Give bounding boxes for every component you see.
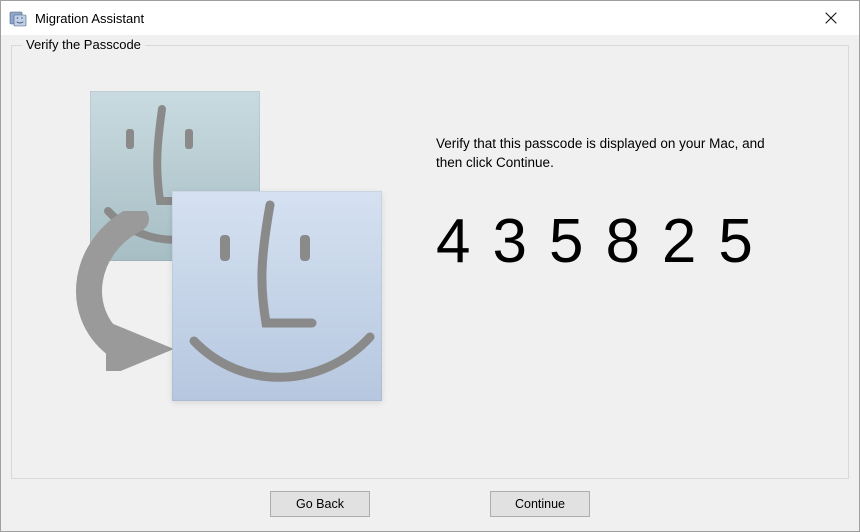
titlebar: Migration Assistant: [1, 1, 859, 35]
migration-illustration: [46, 91, 416, 431]
close-button[interactable]: [811, 4, 851, 32]
app-window: Migration Assistant Verify the Passcode: [0, 0, 860, 532]
passcode-display: 435825: [436, 206, 824, 277]
button-row: Go Back Continue: [11, 479, 849, 517]
app-icon: [9, 9, 27, 27]
finder-face-front-icon: [172, 191, 382, 401]
group-legend: Verify the Passcode: [22, 37, 145, 52]
client-area: Verify the Passcode: [1, 35, 859, 531]
continue-button[interactable]: Continue: [490, 491, 590, 517]
go-back-button[interactable]: Go Back: [270, 491, 370, 517]
close-icon: [825, 12, 837, 24]
window-title: Migration Assistant: [35, 11, 144, 26]
instruction-text: Verify that this passcode is displayed o…: [436, 135, 776, 171]
verify-passcode-group: Verify the Passcode: [11, 45, 849, 479]
